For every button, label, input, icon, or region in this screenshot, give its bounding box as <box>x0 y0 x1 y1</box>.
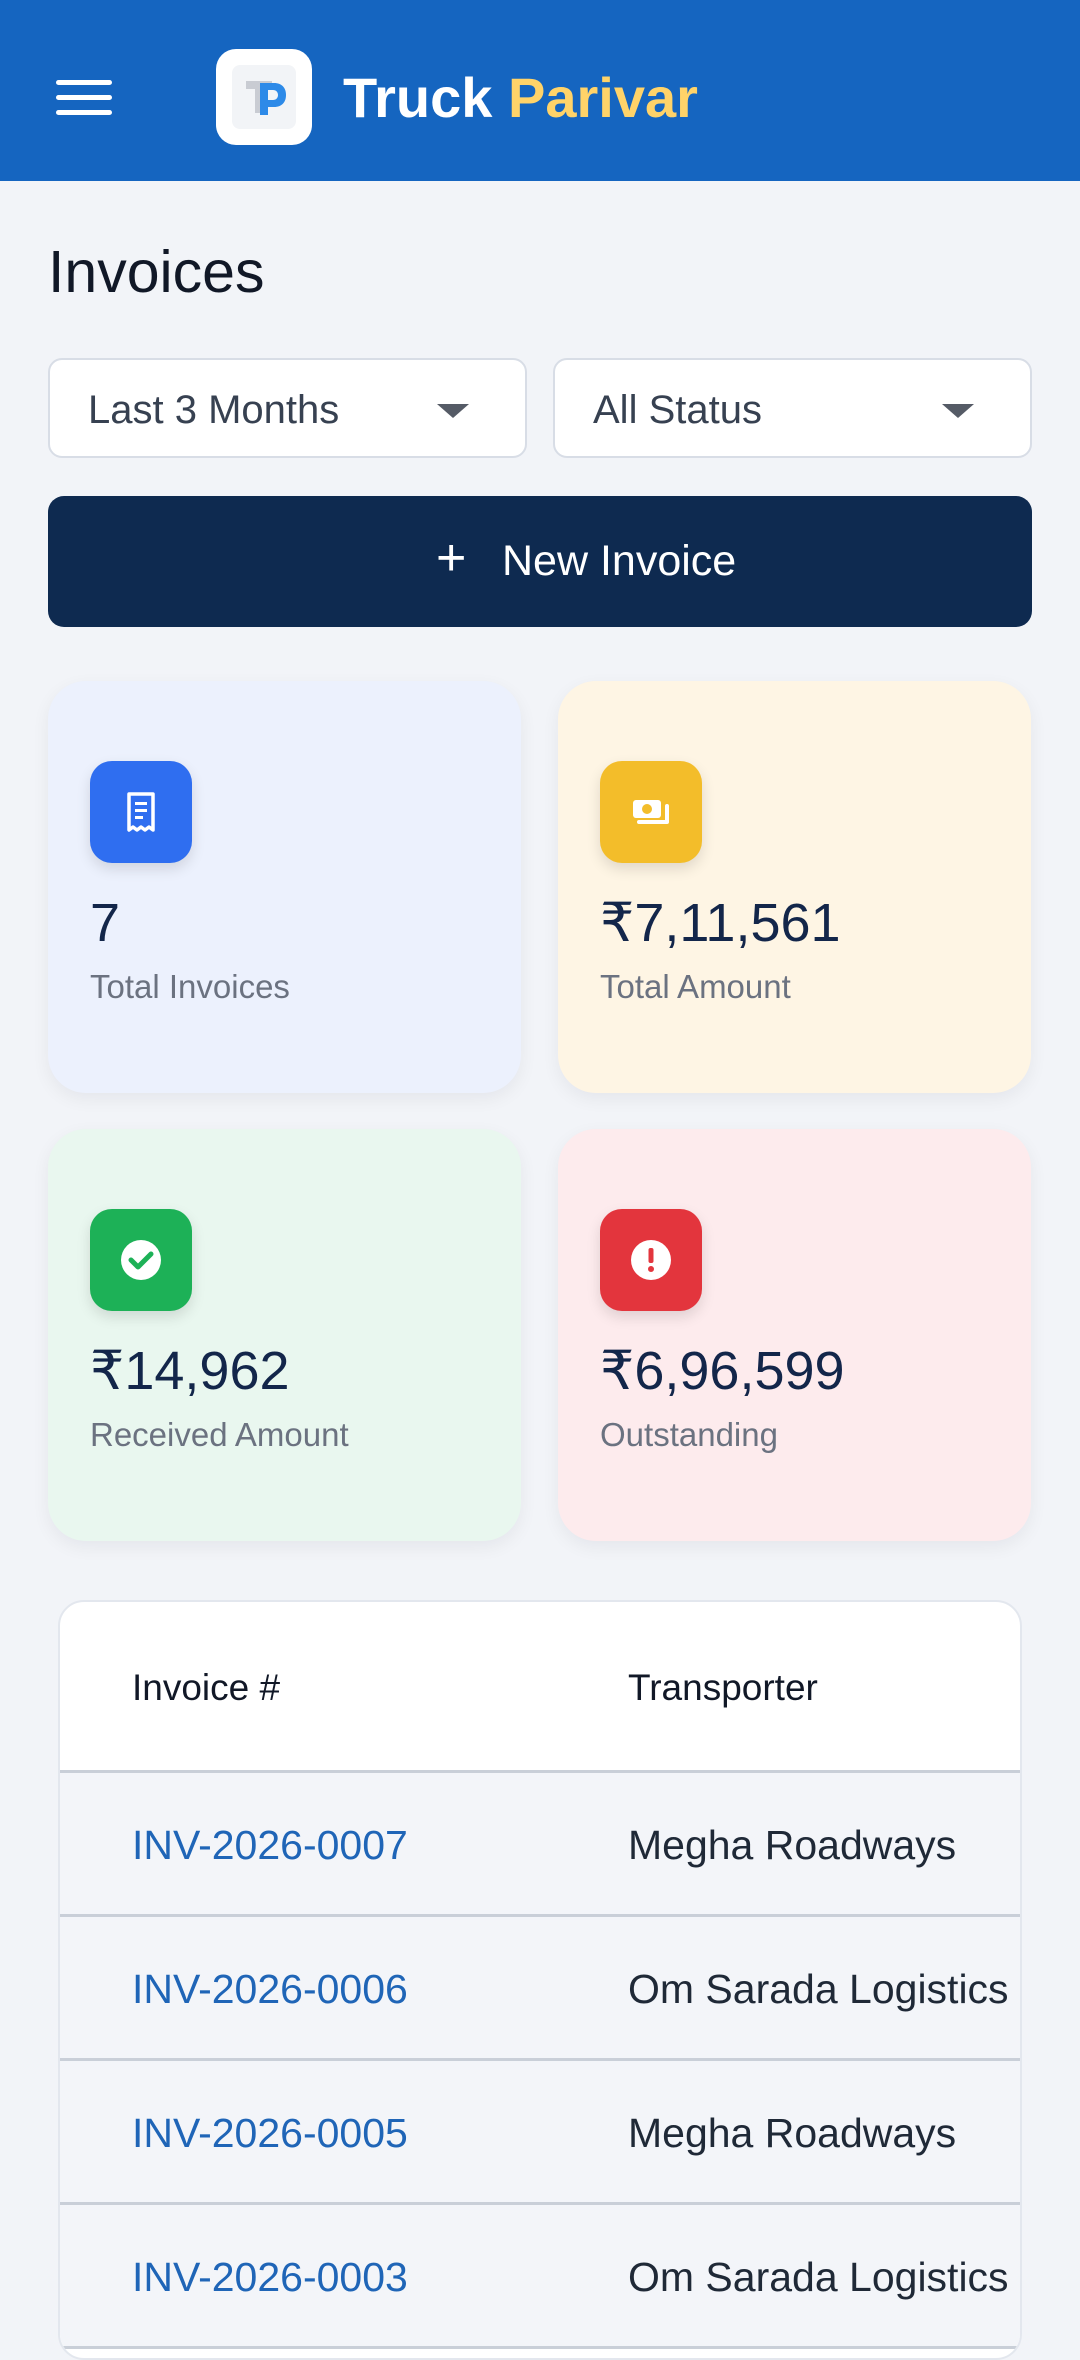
table-row[interactable]: INV-2026-0003 Om Sarada Logistics <box>60 2205 1020 2349</box>
invoice-number-link[interactable]: INV-2026-0005 <box>132 2109 408 2157</box>
transporter-cell: Megha Roadways <box>628 2110 957 2156</box>
stat-card-total-invoices: 7 Total Invoices <box>48 681 521 1093</box>
stat-value: 7 <box>90 893 121 953</box>
table-header: Invoice # Transporter <box>60 1602 1020 1773</box>
app-header: Truck Parivar <box>0 0 1080 181</box>
chevron-down-icon <box>437 404 469 418</box>
alert-circle-icon <box>600 1209 702 1311</box>
cash-icon <box>600 761 702 863</box>
brand-name: Truck Parivar <box>343 62 698 134</box>
chevron-down-icon <box>942 404 974 418</box>
column-header-transporter[interactable]: Transporter <box>628 1666 818 1710</box>
period-filter-select[interactable]: Last 3 Months <box>48 358 527 458</box>
invoice-number-link[interactable]: INV-2026-0003 <box>132 2253 408 2301</box>
invoices-table: Invoice # Transporter INV-2026-0007 Megh… <box>58 1600 1022 2360</box>
new-invoice-label: New Invoice <box>502 537 737 585</box>
stat-card-received-amount: ₹14,962 Received Amount <box>48 1129 521 1541</box>
stat-label: Total Amount <box>600 968 791 1005</box>
stat-card-outstanding: ₹6,96,599 Outstanding <box>558 1129 1031 1541</box>
brand-name-part1: Truck <box>343 66 493 129</box>
stat-card-total-amount: ₹7,11,561 Total Amount <box>558 681 1031 1093</box>
transporter-cell: Om Sarada Logistics <box>628 1966 1009 2012</box>
hamburger-menu-icon[interactable] <box>56 78 112 118</box>
column-header-invoice[interactable]: Invoice # <box>132 1666 280 1710</box>
transporter-cell: Om Sarada Logistics <box>628 2254 1009 2300</box>
stat-label: Outstanding <box>600 1416 778 1453</box>
brand-name-part2: Parivar <box>507 66 698 129</box>
table-row[interactable]: INV-2026-0007 Megha Roadways <box>60 1773 1020 1917</box>
transporter-cell: Megha Roadways <box>628 1822 957 1868</box>
check-circle-icon <box>90 1209 192 1311</box>
table-row[interactable]: INV-2026-0006 Om Sarada Logistics <box>60 1917 1020 2061</box>
stat-label: Received Amount <box>90 1416 349 1453</box>
period-filter-value: Last 3 Months <box>88 388 340 432</box>
truck-parivar-logo[interactable] <box>216 49 312 145</box>
status-filter-select[interactable]: All Status <box>553 358 1032 458</box>
invoice-number-link[interactable]: INV-2026-0006 <box>132 1965 408 2013</box>
new-invoice-button[interactable]: + New Invoice <box>48 496 1032 627</box>
receipt-icon <box>90 761 192 863</box>
table-row[interactable]: INV-2026-0005 Megha Roadways <box>60 2061 1020 2205</box>
page-title: Invoices <box>48 239 265 305</box>
stat-value: ₹14,962 <box>90 1341 290 1401</box>
status-filter-value: All Status <box>593 388 762 432</box>
plus-icon: + <box>436 529 467 587</box>
stat-value: ₹6,96,599 <box>600 1341 845 1401</box>
stat-label: Total Invoices <box>90 968 290 1005</box>
stat-value: ₹7,11,561 <box>600 893 841 953</box>
invoice-number-link[interactable]: INV-2026-0007 <box>132 1821 408 1869</box>
